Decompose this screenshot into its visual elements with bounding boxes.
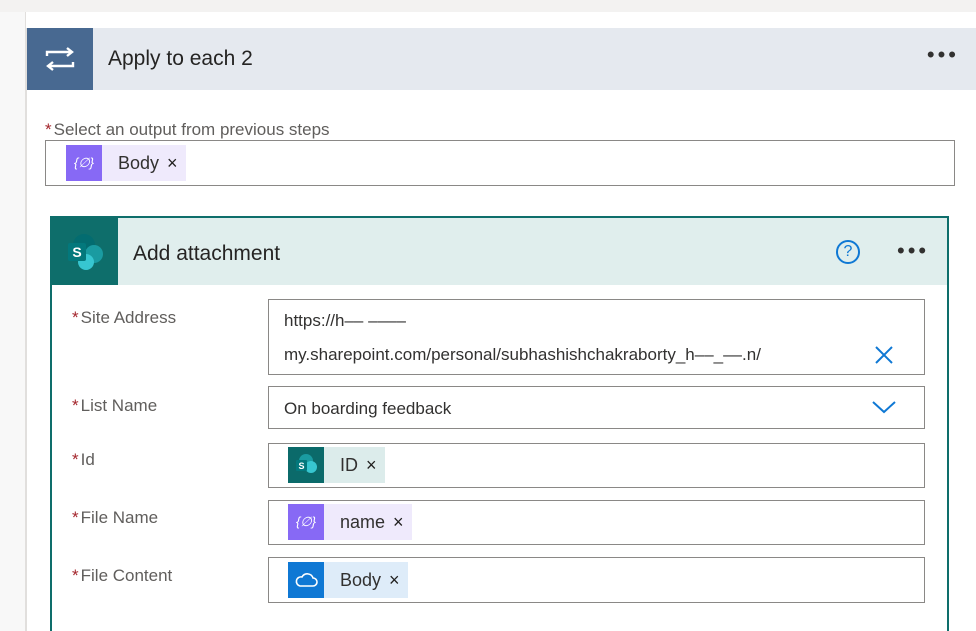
file-content-label: * File Content: [72, 566, 173, 585]
apply-to-each-header[interactable]: Apply to each 2 •••: [27, 28, 976, 90]
loop-icon: [27, 28, 93, 90]
id-label: * Id: [72, 450, 95, 469]
list-name-dropdown[interactable]: On boarding feedback: [268, 386, 925, 429]
apply-to-each-more-menu[interactable]: •••: [927, 44, 959, 66]
name-token[interactable]: {∅} name ×: [288, 504, 412, 540]
help-icon[interactable]: ?: [836, 240, 860, 264]
expression-icon: {∅}: [288, 504, 324, 540]
select-output-field[interactable]: {∅} Body ×: [45, 140, 955, 186]
expression-icon: {∅}: [66, 145, 102, 181]
id-token[interactable]: S ID ×: [288, 447, 385, 483]
site-address-value-line2: my.sharepoint.com/personal/subhashishcha…: [284, 345, 761, 364]
clear-site-address-icon[interactable]: [873, 344, 895, 366]
file-body-token-label: Body: [340, 569, 382, 590]
id-token-remove-button[interactable]: ×: [364, 455, 385, 476]
sharepoint-icon: S: [288, 447, 324, 483]
file-name-field[interactable]: {∅} name ×: [268, 500, 925, 545]
name-token-remove-button[interactable]: ×: [391, 512, 412, 533]
apply-to-each-title[interactable]: Apply to each 2: [108, 47, 253, 71]
onedrive-icon: [288, 562, 324, 598]
file-body-token-remove-button[interactable]: ×: [387, 570, 408, 591]
svg-text:S: S: [72, 244, 81, 260]
site-address-value-line1: https://h‒‒ ‒‒‒‒: [284, 311, 406, 330]
id-token-label: ID: [340, 454, 358, 475]
left-gutter: [0, 12, 26, 631]
add-attachment-title[interactable]: Add attachment: [133, 242, 280, 266]
list-name-label: * List Name: [72, 396, 158, 415]
top-strip: [0, 0, 976, 12]
site-address-label: * Site Address: [72, 308, 177, 327]
list-name-value: On boarding feedback: [284, 399, 452, 418]
file-content-field[interactable]: Body ×: [268, 557, 925, 603]
select-output-label: * Select an output from previous steps: [45, 120, 330, 139]
svg-text:S: S: [298, 461, 304, 471]
body-token-label: Body: [118, 152, 160, 173]
name-token-label: name: [340, 511, 386, 532]
body-token-remove-button[interactable]: ×: [165, 153, 186, 174]
file-name-label: * File Name: [72, 508, 159, 527]
add-attachment-more-menu[interactable]: •••: [897, 240, 929, 262]
body-token[interactable]: {∅} Body ×: [66, 145, 186, 181]
id-field[interactable]: S ID ×: [268, 443, 925, 488]
add-attachment-header[interactable]: S Add attachment ? •••: [52, 218, 947, 285]
site-address-field[interactable]: https://h‒‒ ‒‒‒‒ my.sharepoint.com/perso…: [268, 299, 925, 375]
chevron-down-icon[interactable]: [871, 399, 897, 415]
sharepoint-icon: S: [52, 218, 118, 285]
file-body-token[interactable]: Body ×: [288, 562, 408, 598]
required-marker: *: [45, 120, 52, 139]
add-attachment-card: S Add attachment ? ••• * Site Address htt…: [50, 216, 949, 631]
